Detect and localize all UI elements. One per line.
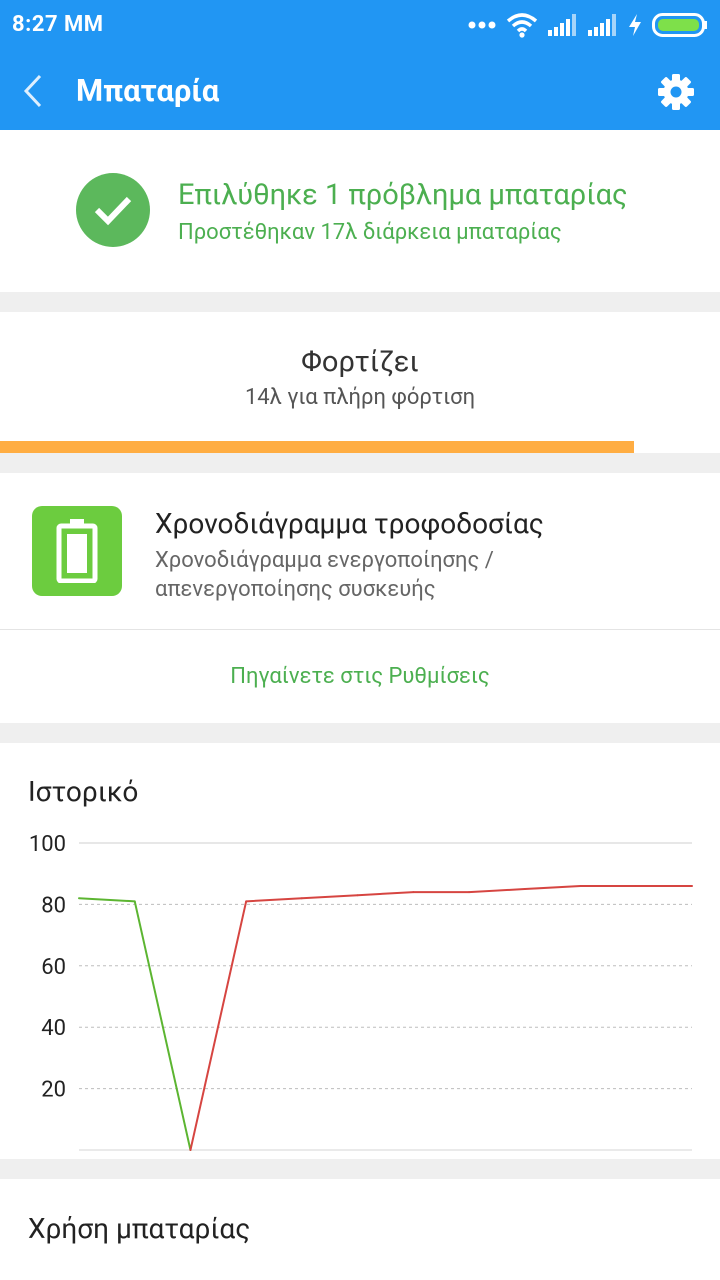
resolved-card[interactable]: Επιλύθηκε 1 πρόβλημα μπαταρίας Προστέθηκ… [0,130,720,292]
chevron-left-icon[interactable] [18,72,52,110]
y-tick-label: 80 [41,893,66,918]
series-segment-discharging [133,900,192,1151]
battery-usage-card[interactable]: Χρήση μπαταρίας [0,1179,720,1280]
check-circle-icon [76,173,150,247]
series-segment-charging [468,888,526,894]
power-schedule-card: Χρονοδιάγραμμα τροφοδοσίας Χρονοδιάγραμμ… [0,473,720,723]
status-time: 8:27 MM [12,12,104,37]
series-segment-charging [523,884,582,891]
signal-icon [588,14,616,36]
charging-bolt-icon [629,14,641,36]
go-to-settings-button[interactable]: Πηγαίνετε στις Ρυθμίσεις [0,630,720,723]
series-segment-charging [300,894,359,900]
charging-title: Φορτίζει [301,345,419,379]
series-segment-charging [356,891,415,897]
gear-icon[interactable] [658,74,694,110]
schedule-title: Χρονοδιάγραμμα τροφοδοσίας [155,507,544,540]
series-segment-discharging [78,897,136,903]
battery-history-chart: 100 80 60 40 20 [29,832,693,1151]
battery-schedule-icon [32,506,122,596]
charge-progress-fill [0,441,634,453]
series-segment-charging [189,900,248,1151]
y-tick-label: 20 [41,1078,66,1103]
signal-icon [548,14,576,36]
page-title: Μπαταρία [76,72,220,109]
resolved-title: Επιλύθηκε 1 πρόβλημα μπαταρίας [178,178,628,212]
charging-card: Φορτίζει 14λ για πλήρη φόρτιση [0,312,720,453]
wifi-icon [506,13,538,38]
series-segment-charging [245,897,303,903]
battery-icon [652,13,707,37]
battery-usage-title: Χρήση μπαταρίας [28,1212,251,1245]
resolved-subtitle: Προστέθηκαν 17λ διάρκεια μπαταρίας [178,220,562,245]
history-card: Ιστορικό 100 80 60 40 20 [0,743,720,1159]
charge-progress-bar [0,441,720,453]
charging-subtitle: 14λ για πλήρη φόρτιση [244,385,476,410]
status-icons [468,10,708,40]
y-tick-label: 40 [41,1016,66,1041]
more-dots-icon [468,21,496,29]
y-tick-label: 100 [29,832,66,857]
status-bar: 8:27 MM [0,0,720,52]
app-bar: Μπαταρία [0,52,720,130]
schedule-subtitle: Χρονοδιάγραμμα ενεργοποίησης / απενεργοπ… [155,548,494,602]
y-tick-label: 60 [41,955,66,980]
